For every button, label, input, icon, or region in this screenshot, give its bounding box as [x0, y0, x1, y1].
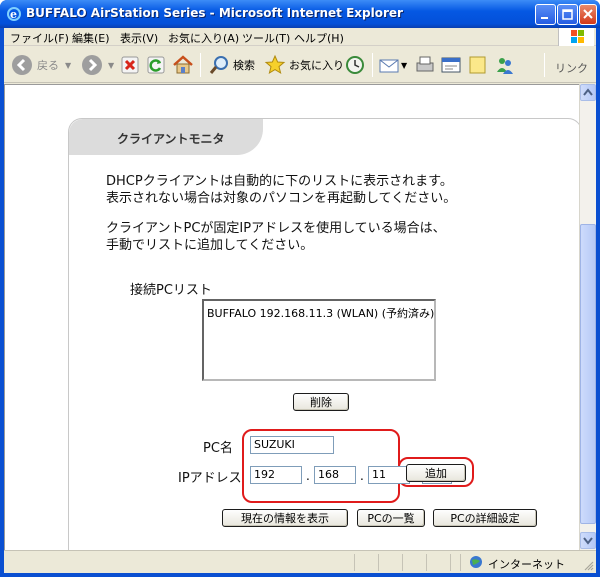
back-dropdown-icon[interactable]: ▼: [65, 61, 71, 70]
forward-arrow-icon: [82, 55, 102, 75]
mail-button[interactable]: ▼: [378, 51, 407, 79]
search-label: 検索: [233, 59, 255, 72]
browser-window: e BUFFALO AirStation Series - Microsoft …: [0, 0, 600, 577]
search-button[interactable]: 検索: [208, 51, 255, 79]
panel-title: クライアントモニタ: [117, 132, 225, 146]
add-button[interactable]: 追加: [406, 464, 466, 482]
history-icon: [346, 56, 364, 74]
toolbar: 戻る ▼ ▼ 検索 お気に入り ▼ リンク: [4, 47, 596, 83]
menu-favorites[interactable]: お気に入り(A): [168, 30, 239, 46]
menu-bar: ファイル(F) 編集(E) 表示(V) お気に入り(A) ツール(T) ヘルプ(…: [4, 28, 596, 46]
security-zone-label: インターネット: [488, 558, 565, 571]
show-current-info-button[interactable]: 現在の情報を表示: [222, 509, 348, 527]
status-cell: [426, 554, 448, 571]
maximize-button[interactable]: [557, 4, 578, 25]
home-button[interactable]: [172, 51, 194, 79]
menu-help[interactable]: ヘルプ(H): [294, 30, 344, 46]
delete-button[interactable]: 削除: [293, 393, 349, 411]
status-cell: [378, 554, 400, 571]
stop-button[interactable]: [120, 51, 140, 79]
star-icon: [264, 54, 286, 75]
favorites-label: お気に入り: [289, 59, 344, 72]
note-icon: [469, 56, 486, 74]
minimize-button[interactable]: [535, 4, 556, 25]
instruction-line: 表示されない場合は対象のパソコンを再起動してください。: [106, 191, 457, 206]
connected-pc-listbox[interactable]: BUFFALO 192.168.11.3 (WLAN) (予約済み): [202, 299, 436, 381]
window-title: BUFFALO AirStation Series - Microsoft In…: [26, 6, 403, 20]
mail-dropdown-icon[interactable]: ▼: [401, 61, 407, 70]
menu-tools[interactable]: ツール(T): [242, 30, 290, 46]
home-icon: [173, 55, 193, 74]
status-cell: [354, 554, 376, 571]
search-icon: [209, 56, 228, 74]
browser-client: ファイル(F) 編集(E) 表示(V) お気に入り(A) ツール(T) ヘルプ(…: [4, 28, 596, 573]
back-arrow-icon: [12, 55, 32, 75]
menu-view[interactable]: 表示(V): [120, 30, 158, 46]
refresh-button[interactable]: [146, 51, 166, 79]
menu-edit[interactable]: 編集(E): [72, 30, 110, 46]
panel-header-tab: クライアントモニタ: [69, 119, 263, 155]
ie-icon: e: [7, 7, 21, 21]
menu-file[interactable]: ファイル(F): [10, 30, 69, 46]
ip-octet-3-input[interactable]: 11: [368, 466, 410, 484]
links-label[interactable]: リンク: [555, 60, 588, 76]
scroll-up-arrow-icon[interactable]: [580, 84, 596, 101]
pc-detail-settings-button[interactable]: PCの詳細設定: [433, 509, 537, 527]
pc-name-input[interactable]: SUZUKI: [250, 436, 334, 454]
instruction-line: 手動でリストに追加してください。: [106, 238, 314, 253]
forward-button[interactable]: ▼: [80, 51, 114, 79]
toolbar-separator: [200, 53, 201, 77]
close-button[interactable]: [579, 4, 597, 25]
pc-name-label: PC名: [203, 441, 233, 456]
refresh-icon: [147, 56, 165, 74]
edit-page-icon: [441, 57, 461, 73]
history-button[interactable]: [344, 51, 366, 79]
toolbar-separator: [544, 53, 545, 77]
ip-address-label: IPアドレス: [178, 471, 242, 486]
resize-grip-icon[interactable]: [582, 559, 594, 571]
title-bar[interactable]: e BUFFALO AirStation Series - Microsoft …: [0, 0, 600, 28]
mail-icon: [379, 59, 399, 73]
scrollbar-thumb[interactable]: [580, 224, 596, 524]
print-button[interactable]: [414, 51, 436, 79]
ip-dot: .: [360, 469, 364, 483]
status-bar: インターネット: [4, 550, 596, 573]
messenger-button[interactable]: [494, 51, 516, 79]
windows-logo-icon: [558, 28, 594, 46]
vertical-scrollbar[interactable]: [579, 84, 596, 550]
svg-text:e: e: [10, 8, 17, 21]
instruction-line: DHCPクライアントは自動的に下のリストに表示されます。: [106, 174, 453, 189]
list-item[interactable]: BUFFALO 192.168.11.3 (WLAN) (予約済み): [207, 305, 434, 321]
pc-list-label: 接続PCリスト: [130, 283, 212, 298]
pc-list-button[interactable]: PCの一覧: [357, 509, 425, 527]
status-cell: [402, 554, 424, 571]
printer-icon: [416, 56, 434, 72]
messenger-icon: [497, 58, 513, 74]
globe-icon: [470, 556, 482, 568]
ip-octet-1-input[interactable]: 192: [250, 466, 302, 484]
scroll-down-arrow-icon[interactable]: [580, 532, 596, 549]
forward-dropdown-icon[interactable]: ▼: [108, 61, 114, 70]
toolbar-separator: [372, 53, 373, 77]
discuss-button[interactable]: [466, 51, 488, 79]
page-viewport: クライアントモニタ DHCPクライアントは自動的に下のリストに表示されます。 表…: [4, 84, 579, 550]
client-monitor-panel: クライアントモニタ DHCPクライアントは自動的に下のリストに表示されます。 表…: [68, 118, 579, 550]
ip-dot: .: [306, 469, 310, 483]
favorites-button[interactable]: お気に入り: [264, 51, 344, 79]
back-label: 戻る: [37, 59, 59, 72]
edit-button[interactable]: [440, 51, 462, 79]
instruction-line: クライアントPCが固定IPアドレスを使用している場合は、: [106, 221, 446, 236]
ip-octet-2-input[interactable]: 168: [314, 466, 356, 484]
back-button[interactable]: 戻る ▼: [10, 51, 71, 79]
stop-icon: [121, 56, 139, 74]
